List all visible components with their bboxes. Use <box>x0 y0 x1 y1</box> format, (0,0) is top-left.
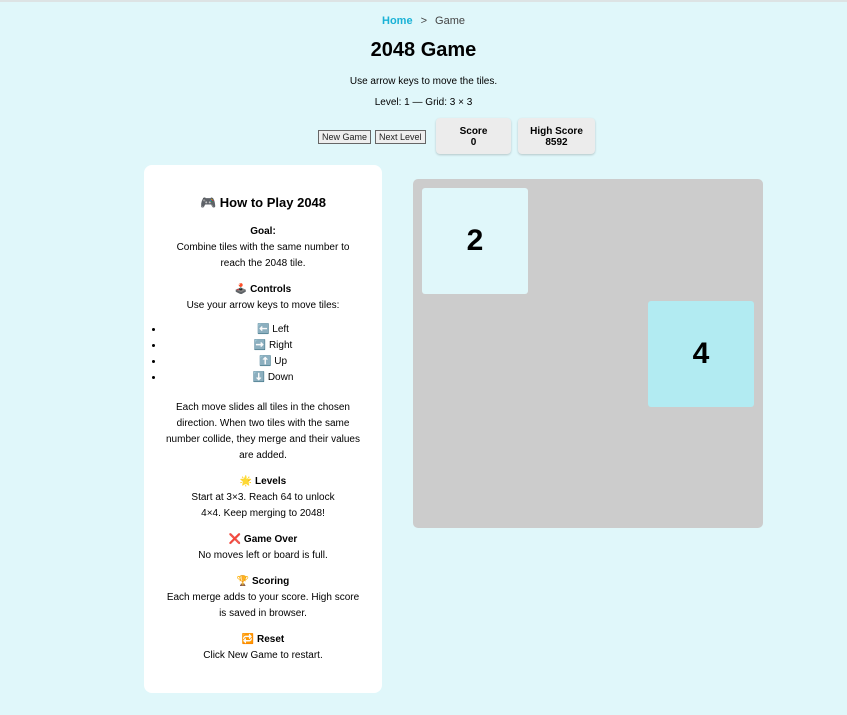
levels-heading-text: Levels <box>255 476 287 487</box>
controls-text: Use your arrow keys to move tiles: <box>186 300 340 311</box>
controls-heading-text: Controls <box>250 284 292 295</box>
gamepad-icon: 🎮 <box>199 195 217 210</box>
score-box: Score 0 <box>436 118 511 154</box>
arrow-up-icon: ⬆️ <box>258 356 272 367</box>
breadcrumb-current: Game <box>435 15 465 27</box>
levels-text: Start at 3×3. Reach 64 to unlock 4×4. Ke… <box>191 492 335 519</box>
game-board[interactable]: 24 <box>413 179 763 528</box>
key-label: Up <box>274 356 288 367</box>
move-text: Each move slides all tiles in the chosen… <box>166 402 360 461</box>
game-over-heading-text: Game Over <box>243 534 298 545</box>
game-over-heading: ❌ Game Over <box>144 532 382 548</box>
star-icon: 🌟 <box>239 476 253 487</box>
scoring-text: Each merge adds to your score. High scor… <box>166 592 360 619</box>
instructions-text: Use arrow keys to move the tiles. <box>349 76 498 87</box>
new-game-button[interactable]: New Game <box>318 130 372 144</box>
score-value: 0 <box>470 137 477 148</box>
score-label: Score <box>459 126 488 137</box>
controls-list: ⬅️ Left ➡️ Right ⬆️ Up ⬇️ Down <box>164 322 382 386</box>
tile-2: 2 <box>422 188 528 294</box>
list-item: ⬇️ Down <box>164 370 382 386</box>
high-score-label: High Score <box>530 126 583 137</box>
cross-icon: ❌ <box>228 534 242 545</box>
arrow-left-icon: ⬅️ <box>257 324 270 335</box>
reset-heading: 🔁 Reset <box>144 632 382 648</box>
help-title: 🎮 How to Play 2048 <box>144 195 382 211</box>
list-item: ⬅️ Left <box>164 322 382 338</box>
joystick-icon: 🕹️ <box>234 284 248 295</box>
reset-text: Click New Game to restart. <box>203 650 323 661</box>
arrow-right-icon: ➡️ <box>253 340 267 351</box>
goal-heading: Goal: <box>250 226 276 237</box>
help-title-text: How to Play 2048 <box>219 195 327 210</box>
high-score-value: 8592 <box>545 137 568 148</box>
how-to-play-panel: 🎮 How to Play 2048 Goal: Combine tiles w… <box>144 165 382 693</box>
list-item: ➡️ Right <box>164 338 382 354</box>
next-level-button[interactable]: Next Level <box>375 130 426 144</box>
arrow-down-icon: ⬇️ <box>252 372 266 383</box>
key-label: Right <box>268 340 293 351</box>
page-title: 2048 Game <box>370 39 477 61</box>
controls-heading: 🕹️ Controls <box>144 282 382 298</box>
scoring-heading-text: Scoring <box>252 576 290 587</box>
key-label: Left <box>272 324 289 335</box>
list-item: ⬆️ Up <box>164 354 382 370</box>
scoring-heading: 🏆 Scoring <box>144 574 382 590</box>
repeat-icon: 🔁 <box>241 634 255 645</box>
levels-heading: 🌟 Levels <box>144 474 382 490</box>
reset-heading-text: Reset <box>256 634 285 645</box>
game-over-text: No moves left or board is full. <box>198 550 328 561</box>
trophy-icon: 🏆 <box>236 576 250 587</box>
high-score-box: High Score 8592 <box>518 118 595 154</box>
goal-text: Combine tiles with the same number to re… <box>176 242 350 269</box>
level-info: Level: 1 — Grid: 3 × 3 <box>374 97 473 108</box>
breadcrumb: Home > Game <box>0 15 847 27</box>
tile-4: 4 <box>648 301 754 407</box>
breadcrumb-home-link[interactable]: Home <box>382 15 413 27</box>
key-label: Down <box>267 372 294 383</box>
breadcrumb-separator: > <box>420 15 428 27</box>
